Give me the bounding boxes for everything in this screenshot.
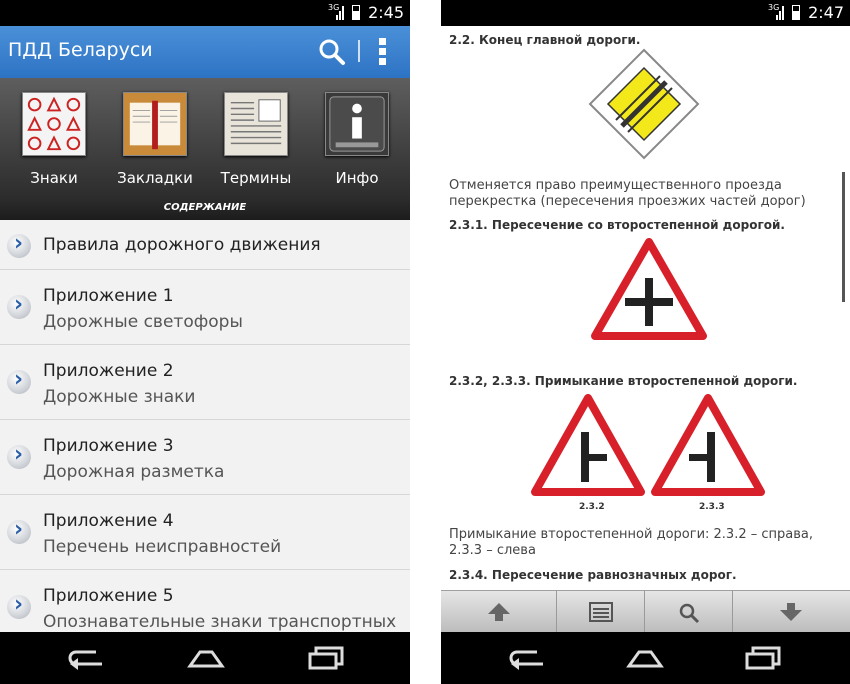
signal-icon [336,6,346,20]
item-subtitle: Опознавательные знаки транспортных [43,612,397,632]
list-icon [589,602,613,622]
crossroad-sign-icon [591,238,707,340]
info-icon [325,92,389,156]
section-paragraph: Отменяется право преимущественного проез… [449,178,806,209]
recent-apps-icon[interactable] [743,646,783,670]
list-item[interactable]: Правила дорожного движения [0,220,410,270]
list-item[interactable]: Приложение 5 Опознавательные знаки транс… [0,570,410,632]
status-bar: 3G 2:47 [441,0,850,26]
chevron-right-icon [7,367,31,394]
end-of-main-road-sign-icon [588,48,700,160]
scroll-up-button[interactable] [441,591,557,633]
tile-bookmarks-label: Закладки [117,169,193,187]
list-item[interactable]: Приложение 2 Дорожные знаки [0,345,410,420]
side-road-right-sign-icon [531,394,645,496]
status-bar: 3G 2:45 [0,0,410,26]
list-item[interactable]: Приложение 3 Дорожная разметка [0,420,410,495]
newspaper-icon [224,92,288,156]
search-button[interactable] [645,591,733,633]
tile-terms[interactable]: Термины [216,92,296,187]
home-icon[interactable] [186,646,226,670]
tile-signs-label: Знаки [30,169,78,187]
section-paragraph: Примыкание второстепенной дороги: 2.3.2 … [449,527,813,558]
app-header: ПДД Беларуси [0,26,410,78]
section-heading: 2.3.4. Пересечение равнозначных дорог. [449,568,737,582]
back-icon[interactable] [66,646,106,670]
item-title: Приложение 4 [43,511,174,531]
list-item[interactable]: Приложение 1 Дорожные светофоры [0,270,410,345]
scroll-down-button[interactable] [733,591,850,633]
system-nav-bar [0,632,410,684]
item-subtitle: Дорожные светофоры [43,312,243,332]
list-item[interactable]: Приложение 4 Перечень неисправностей [0,495,410,570]
chevron-right-icon [7,231,31,258]
shortcut-panel: Знаки Закладки Термины Инфо СОДЕРЖАНИЕ [0,78,410,220]
side-road-left-sign-icon [651,394,765,496]
contents-list: Правила дорожного движения Приложение 1 … [0,220,410,632]
contents-button[interactable] [557,591,645,633]
search-icon [679,603,700,624]
left-screen: 3G 2:45 ПДД Беларуси Знаки Закладки Терм… [0,0,410,684]
tile-info[interactable]: Инфо [317,92,397,187]
search-icon[interactable] [318,38,346,66]
right-screen: 3G 2:47 2.2. Конец главной дороги. Отмен… [441,0,850,684]
status-clock: 2:47 [808,3,844,22]
section-heading: 2.2. Конец главной дороги. [449,33,641,47]
item-subtitle: Дорожные знаки [43,387,196,407]
overflow-menu-icon[interactable] [379,38,387,66]
chevron-right-icon [7,517,31,544]
recent-apps-icon[interactable] [306,646,346,670]
status-clock: 2:45 [368,3,404,22]
tile-signs[interactable]: Знаки [14,92,94,187]
road-signs-grid-icon [22,92,86,156]
chevron-right-icon [7,592,31,619]
chevron-right-icon [7,292,31,319]
battery-icon [352,5,360,20]
home-icon[interactable] [625,646,665,670]
section-heading: 2.3.2, 2.3.3. Примыкание второстепенной … [449,374,798,388]
signal-icon [776,6,786,20]
document-view: 2.2. Конец главной дороги. Отменяется пр… [441,26,850,590]
section-heading: 2.3.1. Пересечение со второстепенной дор… [449,218,785,232]
item-title: Приложение 5 [43,586,174,606]
sign-caption: 2.3.2 [579,502,605,512]
item-title: Приложение 1 [43,286,174,306]
item-title: Правила дорожного движения [43,235,321,255]
chevron-right-icon [7,442,31,469]
item-title: Приложение 3 [43,436,174,456]
sign-caption: 2.3.3 [699,502,725,512]
back-icon[interactable] [507,646,547,670]
arrow-down-icon [780,603,802,621]
system-nav-bar [441,632,850,684]
book-icon [123,92,187,156]
tile-terms-label: Термины [220,169,292,187]
reader-toolbar [441,590,850,633]
scrollbar-thumb[interactable] [842,172,845,302]
tile-bookmarks[interactable]: Закладки [115,92,195,187]
app-title: ПДД Беларуси [8,39,153,61]
item-subtitle: Дорожная разметка [43,462,225,482]
item-subtitle: Перечень неисправностей [43,537,282,557]
header-divider [358,40,360,62]
arrow-up-icon [488,603,510,621]
battery-icon [792,5,800,20]
tile-info-label: Инфо [335,169,379,187]
item-title: Приложение 2 [43,361,174,381]
section-caption: СОДЕРЖАНИЕ [163,202,247,213]
